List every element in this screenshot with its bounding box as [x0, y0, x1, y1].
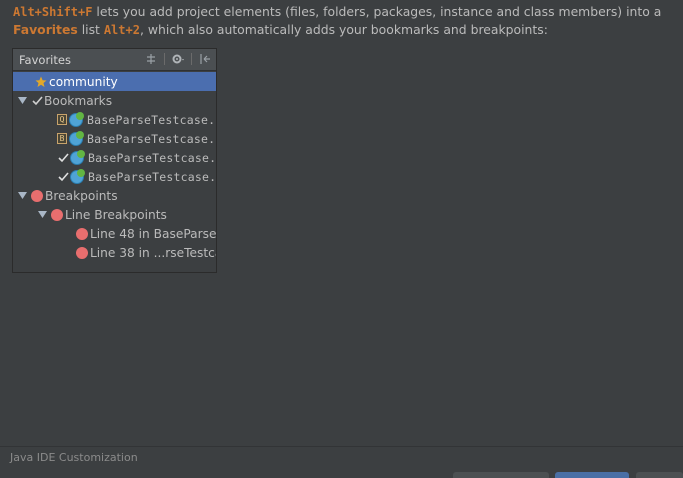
breakpoint-label: Line 48 in BaseParseT — [90, 226, 217, 241]
collapse-all-icon[interactable] — [144, 52, 158, 66]
bookmark-item[interactable]: BaseParseTestcase.ja — [13, 148, 217, 167]
tree-item-community[interactable]: community — [13, 72, 216, 91]
favorites-term: Favorites — [13, 22, 78, 37]
chevron-down-icon[interactable] — [17, 96, 27, 106]
tip-text: Alt+Shift+F lets you add project element… — [13, 3, 678, 39]
bookmark-label: BaseParseTestcase.ja — [87, 112, 217, 127]
breakpoint-icon — [76, 246, 88, 259]
tree-item-label: Line Breakpoints — [65, 207, 167, 222]
chevron-down-icon[interactable] — [37, 210, 47, 220]
shortcut-favorites-window: Alt+2 — [103, 23, 140, 37]
tree-item-label: Breakpoints — [45, 188, 118, 203]
breakpoint-icon — [31, 189, 43, 202]
footer-title: Java IDE Customization — [10, 451, 138, 464]
tip-text-part1: lets you add project elements (files, fo… — [92, 4, 662, 19]
bookmark-label: BaseParseTestcase.ja — [88, 169, 217, 184]
favorites-panel: Favorites community Bookmarks Q BasePars… — [12, 48, 217, 273]
star-icon — [35, 76, 47, 88]
cancel-button[interactable] — [636, 472, 683, 478]
java-class-icon — [69, 130, 84, 146]
tree-item-label: community — [49, 74, 118, 89]
checkmark-icon — [57, 171, 69, 183]
chevron-down-icon[interactable] — [17, 191, 27, 201]
secondary-button[interactable] — [453, 472, 549, 478]
java-class-icon — [69, 111, 84, 127]
bookmark-item[interactable]: BaseParseTestcase.ja — [13, 167, 217, 186]
breakpoint-item[interactable]: Line 48 in BaseParseT — [13, 224, 217, 243]
footer-divider — [0, 446, 683, 447]
bookmark-item[interactable]: B BaseParseTestcase.ja — [13, 129, 217, 148]
tip-text-part3: , which also automatically adds your boo… — [139, 22, 548, 37]
gear-icon[interactable] — [171, 52, 185, 66]
shortcut-add-to-favorites: Alt+Shift+F — [13, 5, 93, 19]
breakpoint-icon — [51, 208, 63, 221]
bookmark-label: BaseParseTestcase.ja — [88, 150, 217, 165]
tree-item-label: Bookmarks — [44, 93, 113, 108]
tree-item-breakpoints[interactable]: Breakpoints — [13, 186, 216, 205]
mnemonic-bookmark-icon: Q — [57, 114, 67, 125]
tree-item-bookmarks[interactable]: Bookmarks — [13, 91, 216, 110]
bookmark-label: BaseParseTestcase.ja — [87, 131, 217, 146]
java-class-icon — [70, 149, 85, 165]
breakpoint-item[interactable]: Line 38 in ...rseTestca — [13, 243, 217, 262]
panel-title: Favorites — [19, 52, 71, 67]
java-class-icon — [70, 168, 85, 184]
panel-header: Favorites — [13, 49, 216, 71]
bookmark-item[interactable]: Q BaseParseTestcase.ja — [13, 110, 217, 129]
tip-text-part2: list — [77, 22, 104, 37]
mnemonic-bookmark-icon: B — [57, 133, 67, 144]
breakpoint-label: Line 38 in ...rseTestca — [90, 245, 217, 260]
hide-icon[interactable] — [198, 52, 212, 66]
primary-button[interactable] — [555, 472, 629, 478]
tree-item-line-breakpoints[interactable]: Line Breakpoints — [13, 205, 216, 224]
checkmark-icon — [31, 95, 43, 107]
breakpoint-icon — [76, 227, 88, 240]
checkmark-icon — [57, 152, 69, 164]
